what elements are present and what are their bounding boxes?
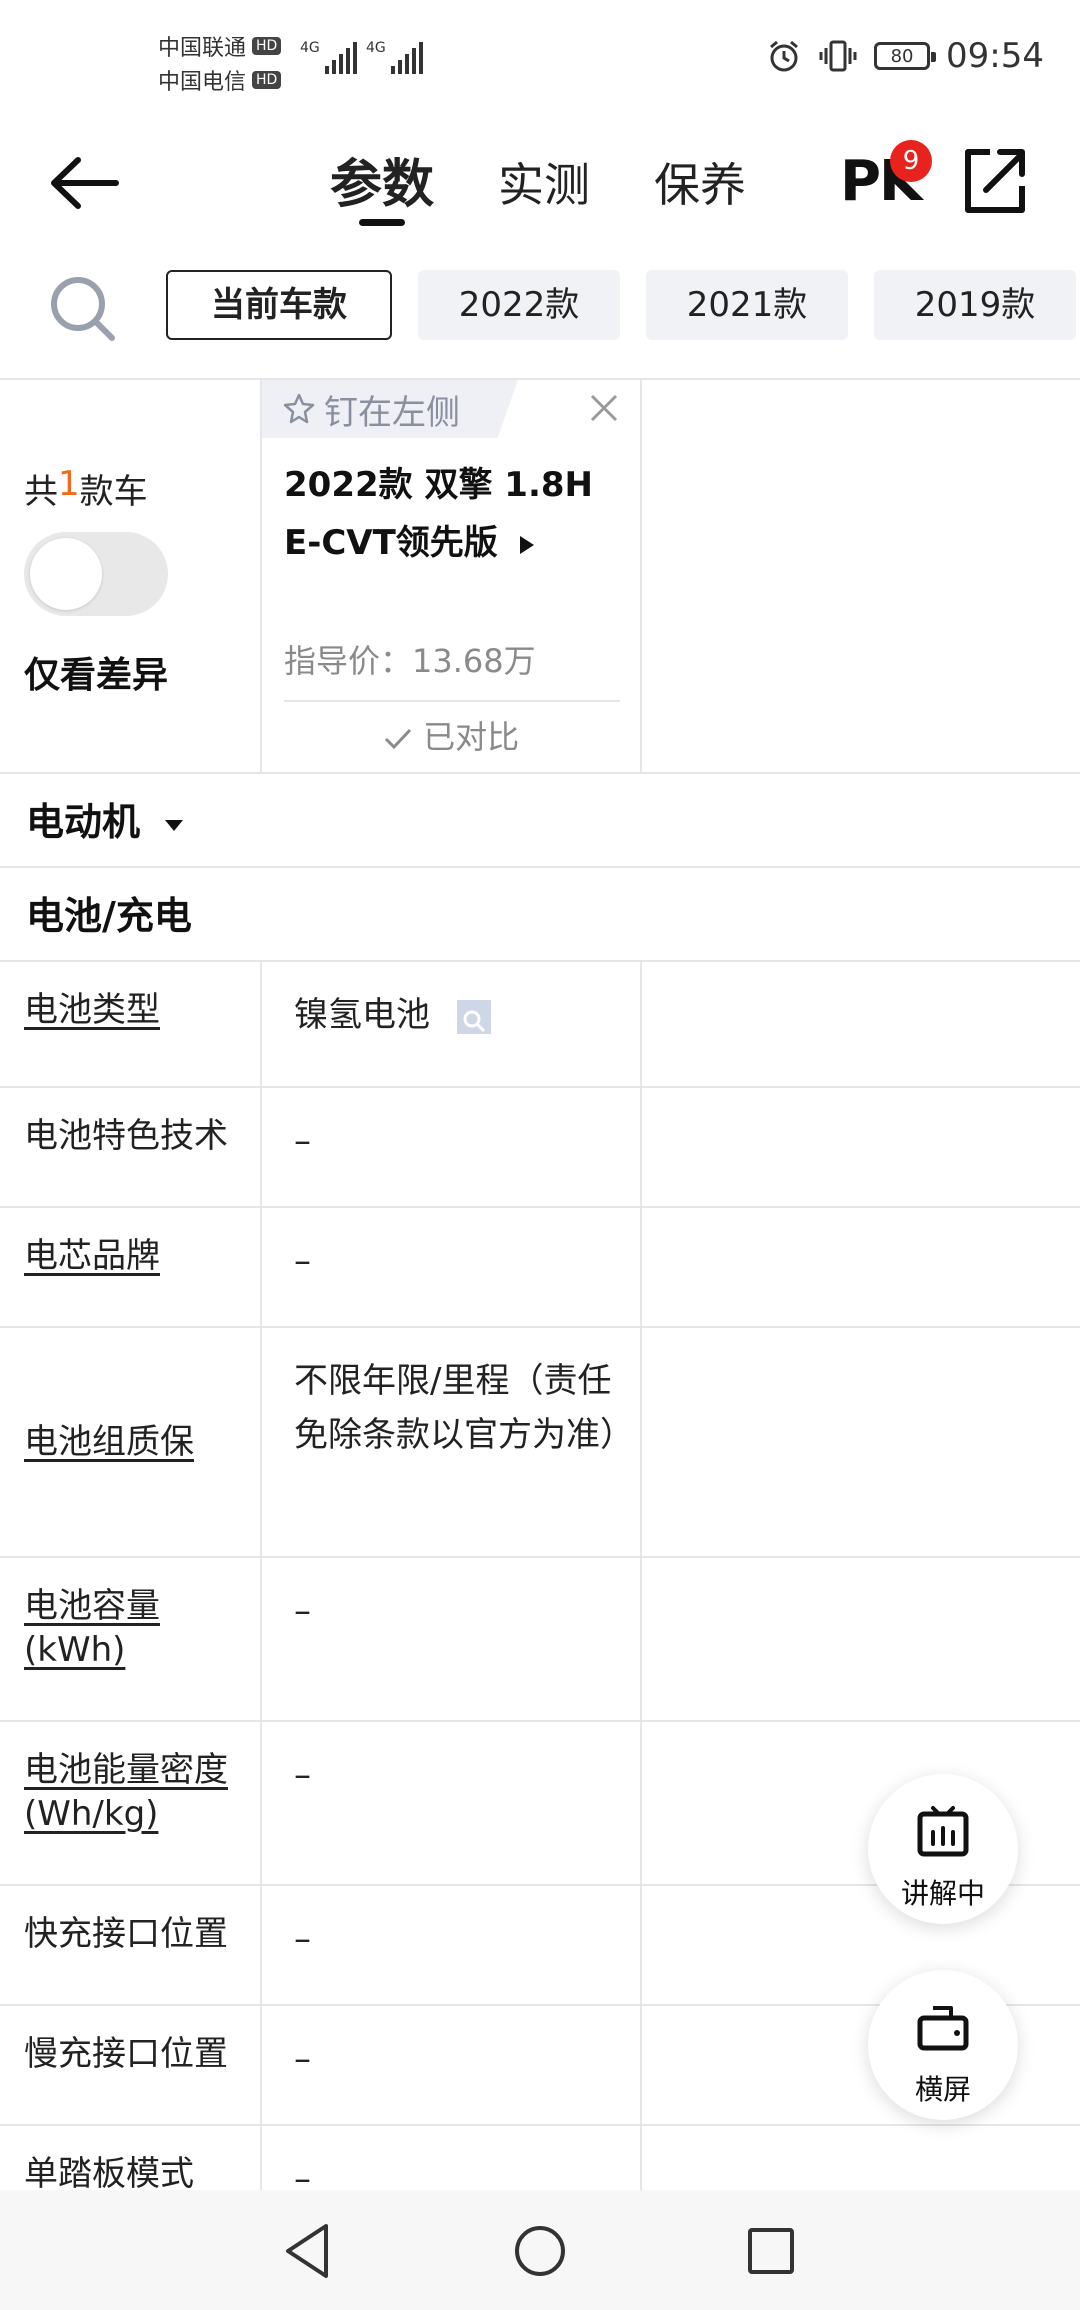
car-name-link[interactable]: 2022款 双擎 1.8H E-CVT领先版 <box>284 456 624 572</box>
share-icon <box>965 149 1025 213</box>
section-battery: 电池/充电 <box>0 870 1080 962</box>
param-name-battery-type[interactable]: 电池类型 <box>0 962 262 1086</box>
explain-button[interactable]: 讲解中 <box>868 1774 1018 1924</box>
table-row: 电池容量(kWh) – <box>0 1558 1080 1722</box>
share-button[interactable] <box>960 134 1030 220</box>
search-button[interactable] <box>44 270 124 350</box>
table-row: 电池特色技术 – <box>0 1088 1080 1208</box>
param-value-cell-brand: – <box>262 1208 642 1326</box>
card-divider <box>284 700 620 702</box>
rotate-screen-icon <box>917 2006 969 2051</box>
diff-toggle[interactable] <box>24 532 168 616</box>
param-value-battery-warranty: 不限年限/里程（责任免除条款以官方为准） <box>262 1328 642 1556</box>
nav-home-icon <box>515 2226 565 2276</box>
landscape-label: 横屏 <box>914 2073 971 2106</box>
param-value-battery-capacity: – <box>262 1558 642 1720</box>
count-suffix: 款车 <box>79 472 148 512</box>
year-filter: 当前车款 2022款 2021款 2019款 <box>0 250 1080 378</box>
check-icon <box>384 728 411 750</box>
param-value-battery-tech: – <box>262 1088 642 1206</box>
play-arrow-icon <box>519 535 534 554</box>
param-value-slow-charge-port: – <box>262 2006 642 2124</box>
pin-icon <box>283 393 315 424</box>
tab-maintenance[interactable]: 保养 <box>654 140 746 230</box>
tab-measure[interactable]: 实测 <box>498 140 590 230</box>
tv-icon <box>917 1806 969 1857</box>
section-motor-title: 电动机 <box>26 800 141 844</box>
param-name-slow-charge-port: 慢充接口位置 <box>0 2006 262 2124</box>
diff-label: 仅看差异 <box>24 655 169 696</box>
param-value-fast-charge-port: – <box>262 1886 642 2004</box>
param-name-battery-tech: 电池特色技术 <box>0 1088 262 1206</box>
back-button[interactable] <box>46 148 126 218</box>
signal-icon-1: 4G <box>300 40 357 74</box>
guide-price: 指导价：13.68万 <box>284 642 536 680</box>
year-chip-current[interactable]: 当前车款 <box>166 270 392 340</box>
carrier-1-label: 中国联通 <box>158 36 247 61</box>
year-chip-2019[interactable]: 2019款 <box>874 270 1076 340</box>
pk-badge: 9 <box>890 140 932 182</box>
car-name: 2022款 双擎 1.8H E-CVT领先版 <box>284 465 593 563</box>
pin-left-button[interactable]: 钉在左侧 <box>262 380 518 438</box>
pin-label: 钉在左侧 <box>324 392 460 433</box>
clock: 09:54 <box>946 36 1044 76</box>
year-chip-2022[interactable]: 2022款 <box>418 270 620 340</box>
remove-car-button[interactable] <box>584 388 624 428</box>
count-prefix: 共 <box>24 472 58 512</box>
table-row: 电池组质保 不限年限/里程（责任免除条款以官方为准） <box>0 1328 1080 1558</box>
compared-label: 已对比 <box>423 718 520 756</box>
nav-home-button[interactable] <box>505 2216 575 2286</box>
vibrate-icon <box>819 40 857 72</box>
carrier-2: 中国电信 HD <box>158 64 282 96</box>
status-bar: 中国联通 HD 中国电信 HD 4G 4G 80 09:54 <box>0 0 1080 120</box>
carrier-2-label: 中国电信 <box>158 70 247 95</box>
param-value-text: 镍氢电池 <box>294 995 430 1035</box>
landscape-button[interactable]: 横屏 <box>868 1970 1018 2120</box>
table-row: 电芯品牌 – <box>0 1208 1080 1328</box>
nav-back-button[interactable] <box>274 2216 344 2286</box>
close-icon <box>590 394 618 422</box>
param-value-battery-type: 镍氢电池 <box>262 962 642 1086</box>
section-battery-title: 电池/充电 <box>26 894 192 938</box>
param-name-cell-brand[interactable]: 电芯品牌 <box>0 1208 262 1326</box>
compare-header: 共 1 款车 仅看差异 钉在左侧 2022款 双擎 1.8H E-CVT领先版 指导… <box>0 378 1080 774</box>
system-nav-bar <box>0 2190 1080 2310</box>
explain-label: 讲解中 <box>900 1877 985 1910</box>
nav-recents-icon <box>748 2228 794 2274</box>
param-name-fast-charge-port: 快充接口位置 <box>0 1886 262 2004</box>
hd-badge-1: HD <box>252 37 282 55</box>
signal-icon-2: 4G <box>366 40 423 74</box>
network-type-2: 4G <box>366 40 386 56</box>
tab-params[interactable]: 参数 <box>330 140 434 230</box>
count-number: 1 <box>58 464 80 504</box>
search-icon <box>51 277 115 341</box>
param-name-energy-density[interactable]: 电池能量密度(Wh/kg) <box>0 1722 262 1884</box>
header-left-column: 共 1 款车 仅看差异 <box>0 380 262 772</box>
network-type-1: 4G <box>300 40 320 56</box>
hd-badge-2: HD <box>252 71 282 89</box>
dropdown-triangle-icon <box>165 819 184 831</box>
battery-level: 80 <box>890 45 914 67</box>
back-arrow-icon <box>51 157 119 209</box>
pk-button[interactable]: PK 9 <box>840 132 932 232</box>
param-name-battery-capacity[interactable]: 电池容量(kWh) <box>0 1558 262 1720</box>
section-motor[interactable]: 电动机 <box>0 776 1080 868</box>
year-chip-2021[interactable]: 2021款 <box>646 270 848 340</box>
top-nav: 参数 实测 保养 PK 9 <box>0 120 1080 250</box>
battery-icon: 80 <box>874 42 937 70</box>
carrier-1: 中国联通 HD <box>158 30 282 62</box>
param-value-energy-density: – <box>262 1722 642 1884</box>
magnifier-icon[interactable] <box>456 999 491 1034</box>
param-name-battery-warranty[interactable]: 电池组质保 <box>0 1328 262 1556</box>
toggle-knob <box>30 538 102 610</box>
status-right: 80 09:54 <box>766 36 1044 76</box>
car-count: 共 1 款车 <box>24 464 148 513</box>
compared-status[interactable]: 已对比 <box>262 712 640 758</box>
nav-back-icon <box>286 2224 328 2278</box>
nav-recents-button[interactable] <box>736 2216 806 2286</box>
alarm-icon <box>770 40 798 72</box>
table-row: 电池类型 镍氢电池 <box>0 962 1080 1088</box>
car-card: 钉在左侧 2022款 双擎 1.8H E-CVT领先版 指导价：13.68万 已… <box>262 380 642 772</box>
